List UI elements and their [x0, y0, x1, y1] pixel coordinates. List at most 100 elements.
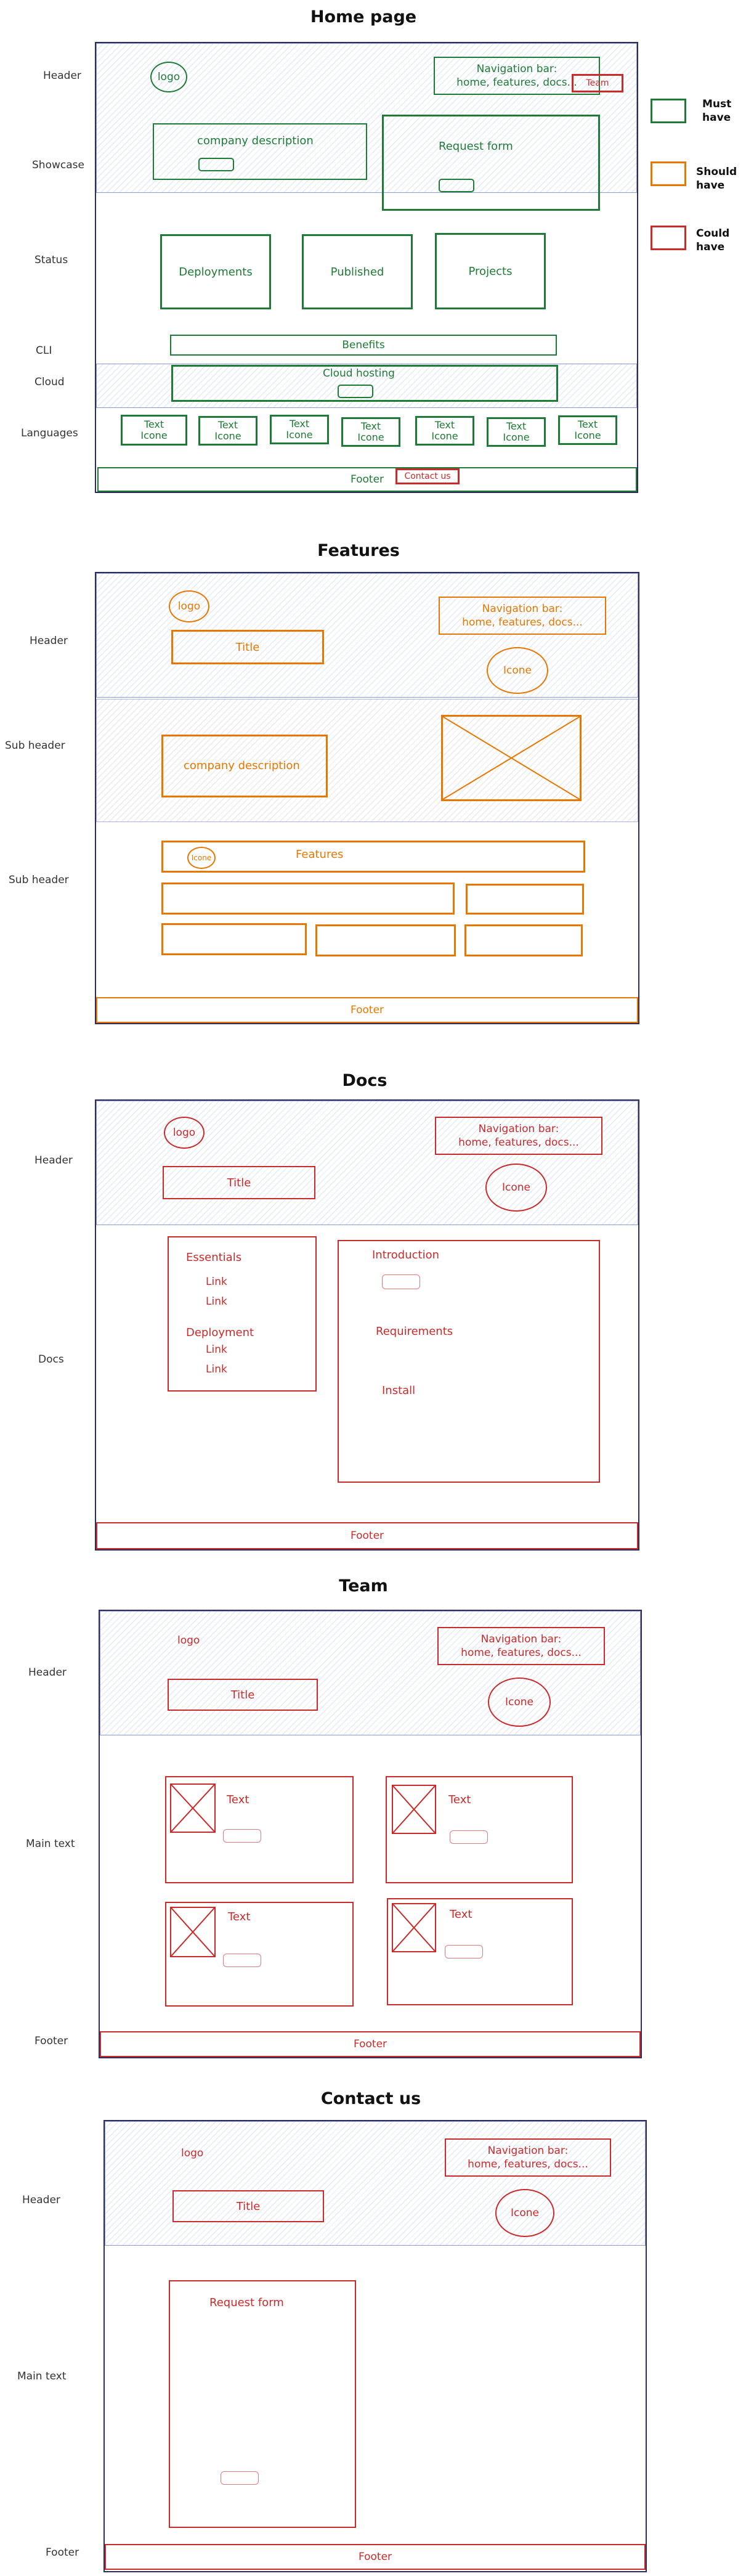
team-icone: Icone: [488, 1677, 551, 1727]
team-card-button[interactable]: [445, 1945, 483, 1958]
home-request-label: Request form: [439, 140, 513, 153]
team-footer: Footer: [100, 2031, 641, 2057]
legend-could-label: Could have: [696, 227, 730, 253]
team-title-box: Title: [168, 1679, 318, 1711]
legend-could-swatch: [651, 226, 686, 250]
home-side-languages: Languages: [21, 427, 78, 439]
home-cloud-button[interactable]: [338, 385, 373, 398]
contact-request-button[interactable]: [221, 2471, 259, 2485]
image-placeholder-icon: [171, 1785, 214, 1832]
home-projects: Projects: [435, 233, 546, 309]
team-card-button[interactable]: [223, 1954, 261, 1967]
image-placeholder-icon: [393, 1786, 435, 1833]
features-bar-icone: Icone: [187, 847, 216, 869]
contact-title-box: Title: [172, 2190, 324, 2222]
legend-must-label: Must have: [702, 98, 732, 124]
docs-link[interactable]: Link: [206, 1295, 227, 1308]
home-cloud-label: Cloud hosting: [323, 367, 395, 380]
features-side-header: Header: [30, 635, 68, 647]
contact-page-title: Contact us: [320, 2089, 421, 2108]
docs-footer: Footer: [96, 1522, 638, 1549]
docs-side-docs: Docs: [38, 1353, 64, 1366]
home-side-status: Status: [34, 254, 68, 266]
team-side-footer: Footer: [34, 2035, 68, 2047]
home-deployments: Deployments: [160, 234, 271, 309]
team-card-photo: [170, 1783, 216, 1833]
contact-request-box: [169, 2280, 356, 2528]
contact-icone: Icone: [495, 2189, 554, 2237]
home-contact-link[interactable]: Contact us: [395, 468, 460, 484]
team-card-button[interactable]: [450, 1830, 488, 1844]
features-row2-box1: [161, 923, 307, 955]
features-page-title: Features: [317, 541, 400, 560]
home-company-label: company description: [197, 134, 314, 147]
docs-requirements: Requirements: [376, 1325, 453, 1338]
docs-content-box: [338, 1240, 600, 1483]
team-nav-bar[interactable]: Navigation bar: home, features, docs...: [437, 1627, 605, 1665]
home-team-link[interactable]: Team: [572, 74, 623, 92]
contact-side-footer: Footer: [46, 2546, 79, 2559]
docs-link[interactable]: Link: [206, 1276, 227, 1288]
team-card-text: Text: [228, 1910, 251, 1923]
docs-title-box: Title: [163, 1166, 315, 1199]
features-bar: [161, 841, 585, 873]
home-lang-item: Text Icone: [558, 415, 617, 445]
legend-should-label: Should have: [696, 166, 737, 192]
team-logo: logo: [177, 1634, 200, 1647]
home-footer: Footer: [97, 467, 637, 492]
features-row1-box2: [466, 884, 584, 915]
team-page-title: Team: [339, 1576, 388, 1596]
home-side-header: Header: [43, 70, 81, 82]
features-row1-box1: [161, 882, 455, 915]
team-card-photo: [392, 1903, 436, 1952]
docs-link[interactable]: Link: [206, 1363, 227, 1376]
team-card-text: Text: [227, 1793, 249, 1806]
image-placeholder-icon: [171, 1908, 214, 1956]
team-side-main: Main text: [26, 1838, 75, 1850]
features-side-sub2: Sub header: [9, 874, 69, 886]
image-placeholder-icon: [443, 717, 580, 799]
team-card-button[interactable]: [223, 1829, 261, 1843]
contact-footer: Footer: [105, 2544, 646, 2570]
home-lang-item: Text Icone: [415, 416, 474, 446]
contact-side-main: Main text: [17, 2370, 67, 2382]
team-card-photo: [392, 1785, 436, 1834]
team-card-text: Text: [450, 1908, 472, 1921]
features-row2-box3: [464, 924, 583, 956]
docs-install: Install: [382, 1384, 416, 1397]
team-card-text: Text: [448, 1793, 471, 1806]
docs-intro-button[interactable]: [382, 1274, 420, 1289]
home-side-showcase: Showcase: [32, 159, 84, 171]
features-logo: logo: [169, 590, 209, 622]
home-request-button[interactable]: [439, 179, 474, 192]
docs-nav-bar[interactable]: Navigation bar: home, features, docs...: [435, 1117, 602, 1155]
features-side-sub1: Sub header: [5, 740, 65, 752]
home-company-button[interactable]: [198, 158, 234, 171]
features-footer: Footer: [96, 997, 638, 1023]
features-image-placeholder: [441, 715, 582, 801]
contact-request-label: Request form: [209, 2296, 284, 2309]
home-lang-item: Text Icone: [341, 417, 400, 447]
home-page-title: Home page: [310, 7, 417, 26]
docs-deployment: Deployment: [186, 1326, 254, 1339]
legend-should-swatch: [651, 161, 686, 186]
home-request-box: [382, 115, 600, 211]
contact-logo: logo: [181, 2147, 204, 2159]
home-logo: logo: [150, 62, 187, 92]
contact-side-header: Header: [22, 2194, 60, 2206]
image-placeholder-icon: [393, 1904, 435, 1951]
home-lang-item: Text Icone: [121, 415, 187, 446]
docs-icone: Icone: [485, 1164, 547, 1212]
docs-link[interactable]: Link: [206, 1343, 227, 1356]
contact-nav-bar[interactable]: Navigation bar: home, features, docs...: [445, 2138, 611, 2177]
features-icone: Icone: [487, 647, 548, 694]
home-benefits: Benefits: [170, 335, 557, 356]
team-card-photo: [170, 1907, 216, 1957]
docs-side-header: Header: [34, 1154, 73, 1167]
features-company-label: company description: [184, 759, 300, 772]
docs-page-title: Docs: [342, 1071, 387, 1090]
features-row2-box2: [315, 924, 456, 956]
features-nav-bar[interactable]: Navigation bar: home, features, docs...: [439, 597, 606, 635]
home-published: Published: [302, 234, 413, 309]
features-title-box: Title: [171, 630, 324, 664]
